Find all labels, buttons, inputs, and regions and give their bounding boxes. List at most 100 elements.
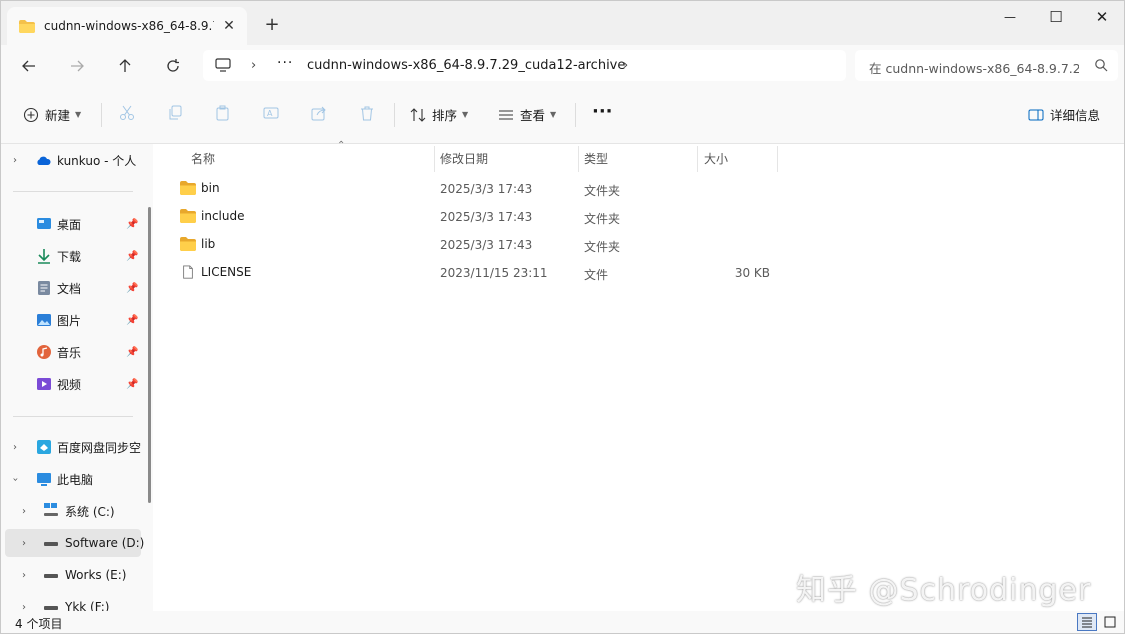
paste-icon	[216, 105, 229, 121]
desktop-icon	[37, 218, 51, 229]
column-header-date[interactable]: 修改日期	[440, 144, 580, 172]
address-bar[interactable]: › ··· cudnn-windows-x86_64-8.9.7.29_cuda…	[203, 50, 846, 81]
column-divider[interactable]	[578, 146, 579, 172]
file-type: 文件夹	[584, 212, 621, 226]
file-row-bin[interactable]: bin 2025/3/3 17:43 文件夹	[159, 175, 1124, 203]
new-tab-button[interactable]: +	[261, 13, 283, 35]
sidebar-scrollbar[interactable]	[148, 207, 151, 503]
command-bar: 新建 ▼ A 排序 ▼ 查看 ▼ ··· 详细信息	[1, 87, 1124, 144]
pin-icon[interactable]: 📌	[126, 347, 138, 358]
cut-button[interactable]	[119, 105, 135, 121]
sidebar-item-drive-f[interactable]: › Ykk (F:)	[1, 593, 141, 611]
file-row-license[interactable]: LICENSE 2023/11/15 23:11 文件 30 KB	[159, 259, 1124, 287]
folder-icon	[180, 181, 196, 195]
details-label: 详细信息	[1050, 108, 1101, 123]
pin-icon[interactable]: 📌	[126, 379, 138, 390]
rename-icon: A	[263, 107, 279, 119]
chevron-right-icon[interactable]: ›	[22, 602, 26, 612]
column-divider[interactable]	[434, 146, 435, 172]
sidebar-item-documents[interactable]: 文档 📌	[1, 274, 141, 302]
column-divider[interactable]	[777, 146, 778, 172]
column-header-size[interactable]: 大小	[704, 144, 774, 172]
file-name: LICENSE	[201, 265, 252, 279]
item-count: 4 个项目	[15, 617, 63, 631]
column-divider[interactable]	[697, 146, 698, 172]
new-label: 新建	[45, 108, 71, 123]
forward-button[interactable]	[64, 53, 90, 79]
maximize-button[interactable]: ☐	[1033, 1, 1079, 33]
column-header-type[interactable]: 类型	[584, 144, 694, 172]
chevron-right-icon[interactable]: ›	[22, 570, 26, 581]
file-icon	[183, 265, 193, 279]
back-button[interactable]	[16, 53, 42, 79]
paste-button[interactable]	[215, 105, 231, 121]
sidebar-item-label: 桌面	[57, 217, 82, 232]
folder-icon	[180, 237, 196, 251]
maximize-icon: ☐	[1049, 8, 1063, 26]
large-icons-view-button[interactable]	[1100, 613, 1120, 631]
folder-icon	[180, 209, 196, 223]
breadcrumb-current[interactable]: cudnn-windows-x86_64-8.9.7.29_cuda12-arc…	[307, 58, 625, 73]
share-button[interactable]	[311, 105, 327, 121]
computer-icon	[215, 58, 231, 72]
drive-icon	[44, 606, 58, 610]
sidebar-item-videos[interactable]: 视频 📌	[1, 370, 141, 398]
sidebar-item-drive-d[interactable]: › Software (D:)	[5, 529, 144, 557]
search-input[interactable]: 在 cudnn-windows-x86_64-8.9.7.29_cuda12-a…	[869, 58, 1079, 77]
watermark: 知乎 @Schrodinger	[796, 573, 1092, 608]
column-label: 名称	[191, 151, 216, 166]
rename-button[interactable]: A	[263, 105, 279, 121]
view-button[interactable]: 查看 ▼	[498, 105, 556, 124]
sidebar-item-baidu[interactable]: › 百度网盘同步空	[1, 433, 141, 461]
search-box[interactable]: 在 cudnn-windows-x86_64-8.9.7.29_cuda12-a…	[855, 50, 1118, 81]
details-pane-icon	[1028, 109, 1044, 120]
close-icon: ✕	[1095, 8, 1109, 26]
up-button[interactable]	[112, 53, 138, 79]
close-window-button[interactable]: ✕	[1079, 1, 1125, 33]
copy-button[interactable]	[167, 105, 183, 121]
pin-icon[interactable]: 📌	[126, 251, 138, 262]
pin-icon[interactable]: 📌	[126, 283, 138, 294]
delete-button[interactable]	[359, 105, 375, 121]
sidebar-item-drive-c[interactable]: › 系统 (C:)	[1, 497, 141, 525]
tab-current-folder[interactable]: cudnn-windows-x86_64-8.9.7.29_cuda12-arc…	[7, 7, 247, 45]
file-date: 2025/3/3 17:43	[440, 182, 533, 196]
details-pane-button[interactable]: 详细信息	[1028, 105, 1100, 124]
refresh-button[interactable]	[160, 53, 186, 79]
close-tab-icon[interactable]: ✕	[219, 16, 239, 36]
file-row-include[interactable]: include 2025/3/3 17:43 文件夹	[159, 203, 1124, 231]
column-header-name[interactable]: 名称 ⌃	[191, 140, 431, 172]
sort-button[interactable]: 排序 ▼	[410, 105, 468, 124]
sort-icon	[410, 107, 426, 122]
pin-icon[interactable]: 📌	[126, 219, 138, 230]
sidebar-item-desktop[interactable]: 桌面 📌	[1, 210, 141, 238]
file-row-lib[interactable]: lib 2025/3/3 17:43 文件夹	[159, 231, 1124, 259]
sidebar-item-pictures[interactable]: 图片 📌	[1, 306, 141, 334]
drive-icon	[44, 574, 58, 578]
breadcrumb-overflow[interactable]: ···	[277, 55, 293, 71]
sidebar-item-label: 音乐	[57, 345, 82, 360]
details-view-button[interactable]	[1077, 613, 1097, 631]
chevron-right-icon[interactable]: ›	[13, 155, 17, 166]
chevron-right-icon[interactable]: ›	[13, 442, 17, 453]
sidebar-item-music[interactable]: 音乐 📌	[1, 338, 141, 366]
pin-icon[interactable]: 📌	[126, 315, 138, 326]
chevron-right-icon[interactable]: ›	[22, 538, 26, 549]
breadcrumb-chevron-icon[interactable]: ›	[623, 58, 628, 73]
sidebar-item-drive-e[interactable]: › Works (E:)	[1, 561, 141, 589]
chevron-down-icon[interactable]: ›	[10, 477, 21, 481]
sidebar-item-onedrive[interactable]: › kunkuo - 个人	[1, 146, 141, 174]
sidebar-item-label: 下载	[57, 249, 82, 264]
minimize-icon: —	[1004, 10, 1016, 24]
more-options-button[interactable]: ···	[592, 101, 613, 122]
breadcrumb-separator-icon[interactable]: ›	[251, 58, 256, 73]
details-view-icon	[1082, 617, 1092, 628]
chevron-right-icon[interactable]: ›	[22, 506, 26, 517]
new-button[interactable]: 新建 ▼	[23, 105, 81, 124]
column-label: 大小	[704, 151, 729, 166]
file-size: 30 KB	[734, 266, 770, 280]
sidebar-item-this-pc[interactable]: › 此电脑	[1, 465, 141, 493]
sidebar-item-downloads[interactable]: 下载 📌	[1, 242, 141, 270]
minimize-button[interactable]: —	[987, 1, 1033, 33]
file-name: include	[201, 209, 245, 223]
